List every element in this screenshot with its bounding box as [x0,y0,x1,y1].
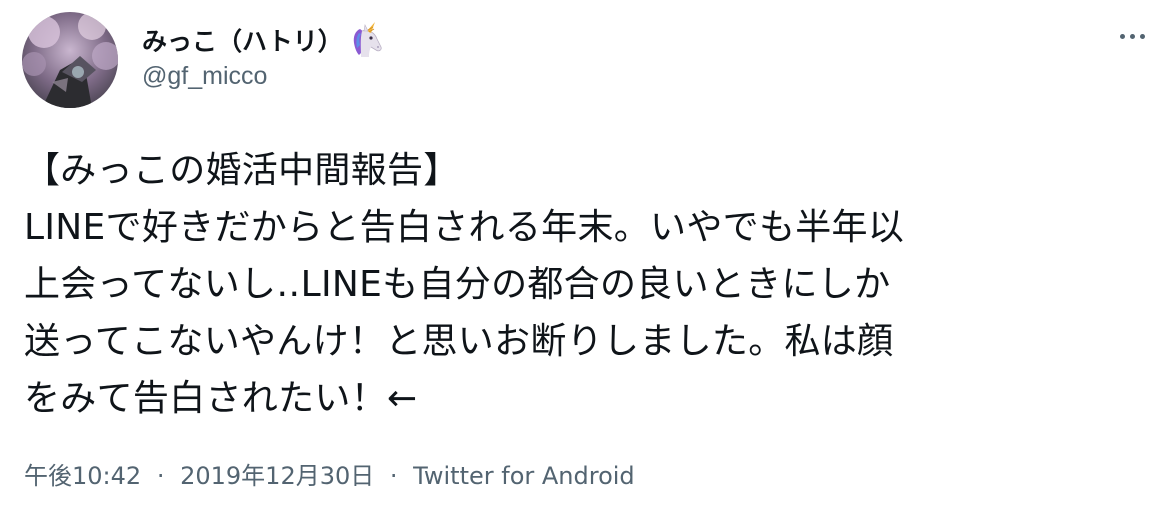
tweet-text-line: LINEで好きだからと告白される年末。いやでも半年以 [24,207,905,248]
tweet-text-line: 上会ってないし‥LINEも自分の都合の良いときにしか [24,264,891,305]
avatar-image [22,12,118,108]
more-options-icon[interactable] [1110,22,1154,50]
meta-separator: · [389,462,398,490]
author-handle[interactable]: @gf_micco [142,62,267,91]
tweet-text-line: 【みっこの婚活中間報告】 [24,150,460,191]
tweet-timestamp-link[interactable]: 午後10:42 · 2019年12月30日 [24,462,382,490]
author-name-row: みっこ（ハトリ） [142,20,385,60]
tweet-text: 【みっこの婚活中間報告】 LINEで好きだからと告白される年末。いやでも半年以 … [24,142,1154,427]
tweet-text-line: をみて告白されたい！← [24,378,418,419]
tweet-metadata: 午後10:42 · 2019年12月30日 · Twitter for Andr… [24,456,635,491]
tweet-source-link[interactable]: Twitter for Android [413,462,634,490]
unicorn-icon [347,21,385,59]
more-dot [1139,33,1145,39]
tweet-date: 2019年12月30日 [180,462,375,490]
avatar[interactable] [22,12,118,108]
tweet-card: みっこ（ハトリ） @gf_micco 【みっこの婚活中間報告】 LINEで好きだ… [0,0,1168,506]
more-dot [1129,33,1135,39]
tweet-text-line: 送ってこないやんけ！と思いお断りしました。私は顔 [24,321,894,362]
more-dot [1119,33,1125,39]
author-display-name[interactable]: みっこ（ハトリ） [142,22,343,58]
tweet-time: 午後10:42 [24,462,142,490]
meta-separator: · [156,462,165,490]
